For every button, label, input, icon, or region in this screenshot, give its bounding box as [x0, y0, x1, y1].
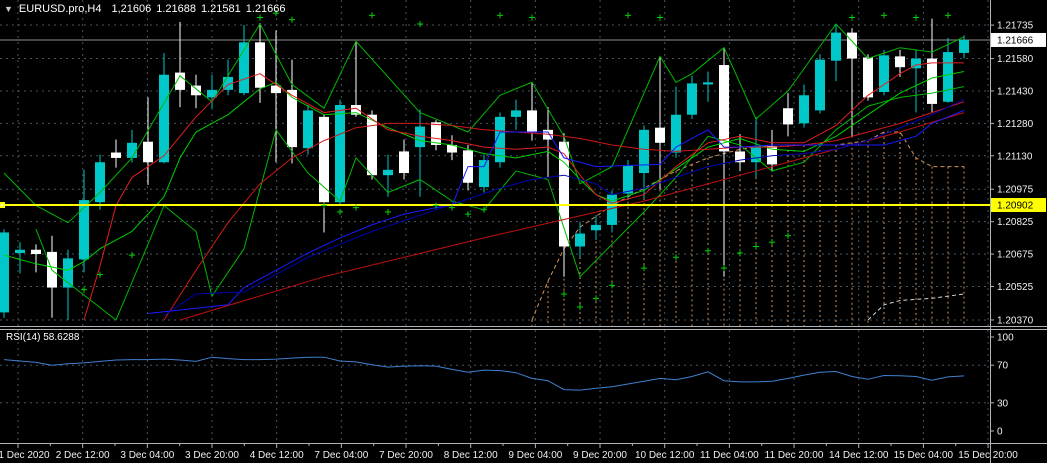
price-axis-label: 1.21735: [997, 21, 1034, 32]
chart-canvas[interactable]: 1.21735 1.21580 1.21430 1.21280 1.21130 1.209…: [0, 0, 1047, 463]
rsi-indicator-label: RSI(14) 58.6288: [6, 332, 80, 343]
time-axis-label: 3 Dec 04:00: [120, 450, 174, 461]
price-axis-label: 1.20825: [997, 217, 1034, 228]
time-axis-label: 11 Dec 20:00: [765, 450, 824, 461]
price-axis-label: 1.20370: [997, 315, 1034, 326]
price-axis-label: 1.20675: [997, 250, 1034, 261]
ohlc-open: 1,21606: [111, 3, 152, 15]
time-axis-label: 14 Dec 12:00: [829, 450, 889, 461]
price-axis-label: 1.21130: [997, 151, 1033, 162]
time-axis-label: 1 Dec 2020: [0, 450, 50, 461]
price-axis-label: 1.21280: [997, 119, 1034, 130]
rsi-axis-label: 0: [997, 427, 1003, 438]
time-axis-label: 4 Dec 12:00: [250, 450, 304, 461]
price-axis-label: 1.21430: [997, 86, 1034, 97]
price-badge-label: 1.21666: [997, 35, 1034, 46]
rsi-axis-label: 100: [997, 333, 1014, 344]
time-axis-label: 15 Dec 04:00: [894, 450, 954, 461]
overlay-kijun-blue: [147, 109, 965, 314]
main-pane[interactable]: [0, 0, 990, 326]
chart-header: ▼ EURUSD.pro,H4 1,21606 1.21688 1.21581 1.216…: [4, 3, 291, 15]
overlay-ma-red-fast: [83, 62, 964, 321]
overlay-chikou-gray-dashed: [867, 293, 965, 321]
price-axis-label: 1.20525: [997, 282, 1034, 293]
time-axis-label: 9 Dec 04:00: [508, 450, 562, 461]
time-axis-label: 9 Dec 20:00: [573, 450, 627, 461]
price-axis-label: 1.21580: [997, 54, 1034, 65]
candles: [0, 18, 969, 320]
rsi-axis-label: 70: [997, 361, 1009, 372]
time-axis-label: 2 Dec 12:00: [56, 450, 110, 461]
time-axis-label: 3 Dec 20:00: [185, 450, 239, 461]
rsi-line: [3, 356, 965, 391]
time-axis-label: 7 Dec 20:00: [379, 450, 433, 461]
time-axis-label: 15 Dec 20:00: [958, 450, 1018, 461]
time-axis-label: 10 Dec 12:00: [635, 450, 695, 461]
time-axis-label: 8 Dec 12:00: [444, 450, 498, 461]
rsi-pane[interactable]: [0, 330, 990, 443]
ohlc-high: 1.21688: [156, 3, 196, 15]
ohlc-close: 1.21666: [245, 3, 286, 15]
price-badge-label: 1.20902: [997, 201, 1034, 212]
price-axis-label: 1.20975: [997, 185, 1034, 196]
rsi-axis-label: 30: [997, 398, 1009, 409]
ohlc-low: 1.21581: [200, 3, 241, 15]
overlay-ma-red-long: [179, 112, 965, 321]
time-axis-label: 11 Dec 04:00: [700, 450, 759, 461]
chart-symbol-timeframe: EURUSD.pro,H4: [18, 3, 102, 15]
mt4-chart-window: 1.21735 1.21580 1.21430 1.21280 1.21130 1.209…: [0, 0, 1047, 463]
symbol-dropdown-icon[interactable]: ▼: [4, 4, 13, 14]
time-axis-label: 7 Dec 04:00: [314, 450, 368, 461]
